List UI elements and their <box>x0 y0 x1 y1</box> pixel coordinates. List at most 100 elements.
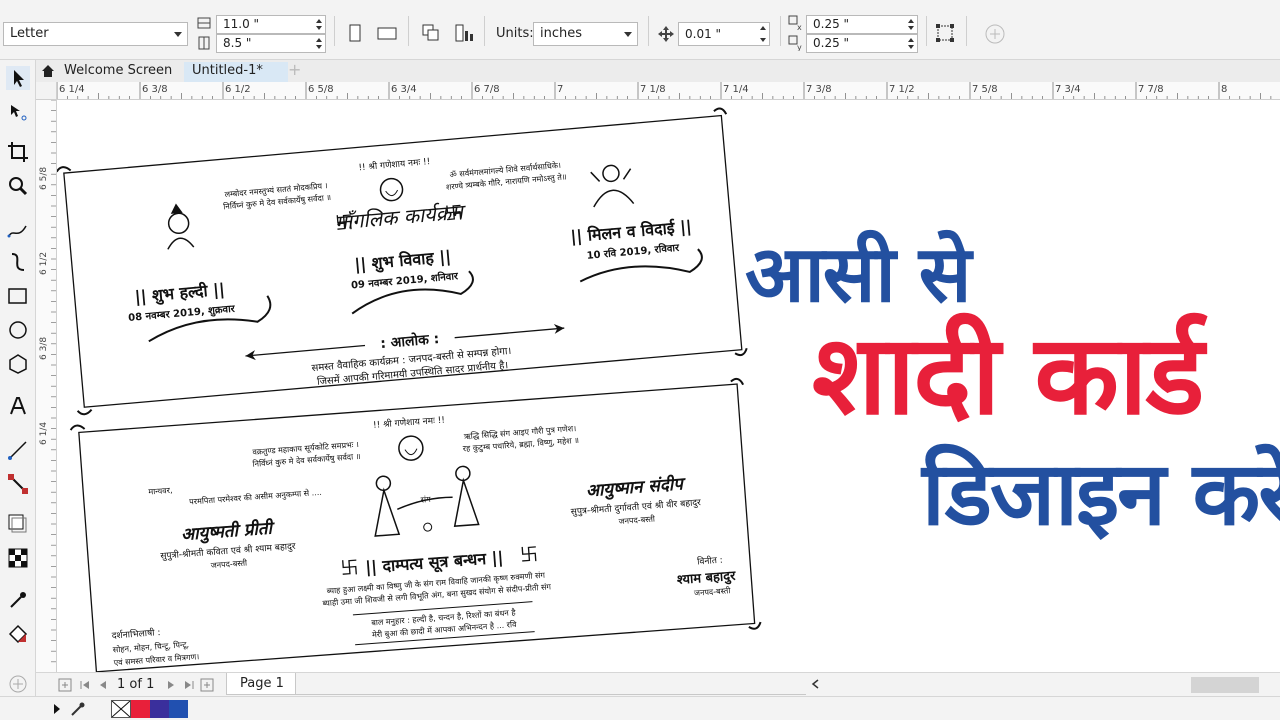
connector-tool-icon[interactable] <box>6 472 30 496</box>
ruler-label: 7 3/4 <box>1055 84 1081 95</box>
no-color-swatch[interactable] <box>111 700 131 718</box>
parallel-dimension-tool-icon[interactable] <box>6 438 30 462</box>
color-swatch[interactable] <box>169 700 188 718</box>
coreldraw-window: Letter 11.0 " 8.5 " Units: inches 0.01 " <box>0 0 1280 720</box>
spin-up-icon[interactable] <box>760 26 766 30</box>
ruler-label: 6 1/2 <box>39 252 49 275</box>
drop-shadow-tool-icon[interactable] <box>6 512 30 536</box>
page-tab-label: Page 1 <box>240 676 284 691</box>
separator <box>408 16 409 46</box>
spin-down-icon[interactable] <box>908 45 914 49</box>
duplicate-y-icon: y <box>788 35 802 51</box>
landscape-icon[interactable] <box>376 22 398 44</box>
nudge-distance-field[interactable]: 0.01 " <box>678 22 770 46</box>
duplicate-y-field[interactable]: 0.25 " <box>806 34 918 53</box>
separator <box>334 16 335 46</box>
page-tab-strip <box>296 673 806 695</box>
svg-text:y: y <box>797 43 802 51</box>
eyedropper-icon[interactable] <box>70 701 86 717</box>
tab-welcome-screen[interactable]: Welcome Screen <box>56 62 180 82</box>
page-counter: 1 of 1 <box>117 677 155 692</box>
tab-untitled-1[interactable]: Untitled-1* <box>184 62 288 82</box>
spin-down-icon[interactable] <box>316 45 322 49</box>
spin-down-icon[interactable] <box>316 26 322 30</box>
color-swatch[interactable] <box>150 700 169 718</box>
ellipse-tool-icon[interactable] <box>6 318 30 342</box>
drawing-canvas[interactable]: !! श्री गणेशाय नमः !! लम्बोदर नमस्तुभ्यं… <box>57 100 1280 672</box>
next-page-icon[interactable] <box>164 678 178 692</box>
interactive-fill-tool-icon[interactable] <box>6 622 30 646</box>
separator <box>780 16 781 46</box>
last-page-icon[interactable] <box>182 678 196 692</box>
ruler-origin[interactable] <box>36 82 57 100</box>
add-page-before-icon[interactable] <box>58 678 72 692</box>
treat-as-filled-icon[interactable] <box>934 22 956 44</box>
first-page-icon[interactable] <box>78 678 92 692</box>
text-tool-icon[interactable] <box>6 394 30 418</box>
freehand-tool-icon[interactable] <box>6 218 30 242</box>
rectangle-tool-icon[interactable] <box>6 284 30 308</box>
palette-scroll-icon[interactable] <box>52 703 62 715</box>
add-tool-icon[interactable] <box>6 672 30 696</box>
swastik-icon: 卐 <box>340 557 359 579</box>
horizontal-scrollbar-thumb[interactable] <box>1191 677 1259 693</box>
new-tab-button[interactable]: + <box>288 60 301 79</box>
chevron-down-icon[interactable] <box>174 32 182 37</box>
polygon-tool-icon[interactable] <box>6 352 30 376</box>
current-page-icon[interactable] <box>453 22 475 44</box>
spin-up-icon[interactable] <box>316 19 322 23</box>
eyedropper-tool-icon[interactable] <box>6 588 30 612</box>
ruler-label: 7 7/8 <box>1138 84 1164 95</box>
haldi-vivah-card[interactable]: !! श्री गणेशाय नमः !! लम्बोदर नमस्तुभ्यं… <box>57 107 748 416</box>
paper-size-select[interactable]: Letter <box>3 22 188 46</box>
svg-text:x: x <box>797 23 802 31</box>
shape-tool-icon[interactable] <box>6 100 30 124</box>
ruler-label: 6 1/4 <box>59 84 85 95</box>
ruler-label: 7 1/2 <box>889 84 915 95</box>
headline-line-2: शादी कार्ड <box>812 311 1204 439</box>
spin-up-icon[interactable] <box>908 38 914 42</box>
ruler-label: 6 3/8 <box>39 337 49 360</box>
page-height-field[interactable]: 8.5 " <box>216 34 326 53</box>
page-height-value: 8.5 " <box>223 36 252 50</box>
page-height-icon <box>198 36 210 50</box>
crop-tool-icon[interactable] <box>6 140 30 164</box>
portrait-icon[interactable] <box>344 22 366 44</box>
spin-down-icon[interactable] <box>760 38 766 42</box>
all-pages-icon[interactable] <box>420 22 442 44</box>
artistic-media-tool-icon[interactable] <box>6 250 30 274</box>
wedding-invite-card[interactable]: !! श्री गणेशाय नमः !! वक्रतुण्ड महाकाय स… <box>69 377 762 672</box>
page-navigator: 1 of 1 Page 1 <box>36 672 1280 696</box>
chevron-down-icon[interactable] <box>624 32 632 37</box>
duplicate-x-field[interactable]: 0.25 " <box>806 15 918 34</box>
units-select[interactable]: inches <box>533 22 638 46</box>
tab-welcome-label: Welcome Screen <box>64 63 173 78</box>
add-page-after-icon[interactable] <box>200 678 214 692</box>
add-icon[interactable] <box>984 23 1006 45</box>
ruler-label: 6 5/8 <box>308 84 334 95</box>
scroll-left-icon[interactable] <box>810 678 822 690</box>
nudge-icon <box>658 26 674 42</box>
transparency-tool-icon[interactable] <box>6 546 30 570</box>
swastik-icon: 卐 <box>444 203 464 225</box>
no-color-icon <box>111 700 131 718</box>
vertical-ruler[interactable]: 6 5/8 6 1/2 6 3/8 6 1/4 <box>36 100 57 672</box>
ruler-label: 8 <box>1221 84 1227 95</box>
greeting-line-1: मान्यवर, <box>148 486 173 497</box>
home-icon[interactable] <box>40 63 56 79</box>
previous-page-icon[interactable] <box>96 678 110 692</box>
page-width-field[interactable]: 11.0 " <box>216 15 326 34</box>
duplicate-y-value: 0.25 " <box>813 36 850 50</box>
color-palette <box>0 696 1280 720</box>
duplicate-x-icon: x <box>788 15 802 31</box>
paper-size-value: Letter <box>10 26 49 41</box>
pick-tool-icon[interactable] <box>6 66 30 90</box>
page-tab-1[interactable]: Page 1 <box>226 673 296 695</box>
color-swatch[interactable] <box>131 700 150 718</box>
horizontal-ruler[interactable]: 6 1/4 6 3/8 6 1/2 6 5/8 6 3/4 6 7/8 7 7 1/8 7 1/… <box>57 82 1280 100</box>
spin-up-icon[interactable] <box>908 19 914 23</box>
spin-up-icon[interactable] <box>316 38 322 42</box>
zoom-tool-icon[interactable] <box>6 174 30 198</box>
spin-down-icon[interactable] <box>908 26 914 30</box>
horizontal-ruler-ticks: 6 1/4 6 3/8 6 1/2 6 5/8 6 3/4 6 7/8 7 7 1/8 7 1/… <box>57 82 1272 99</box>
